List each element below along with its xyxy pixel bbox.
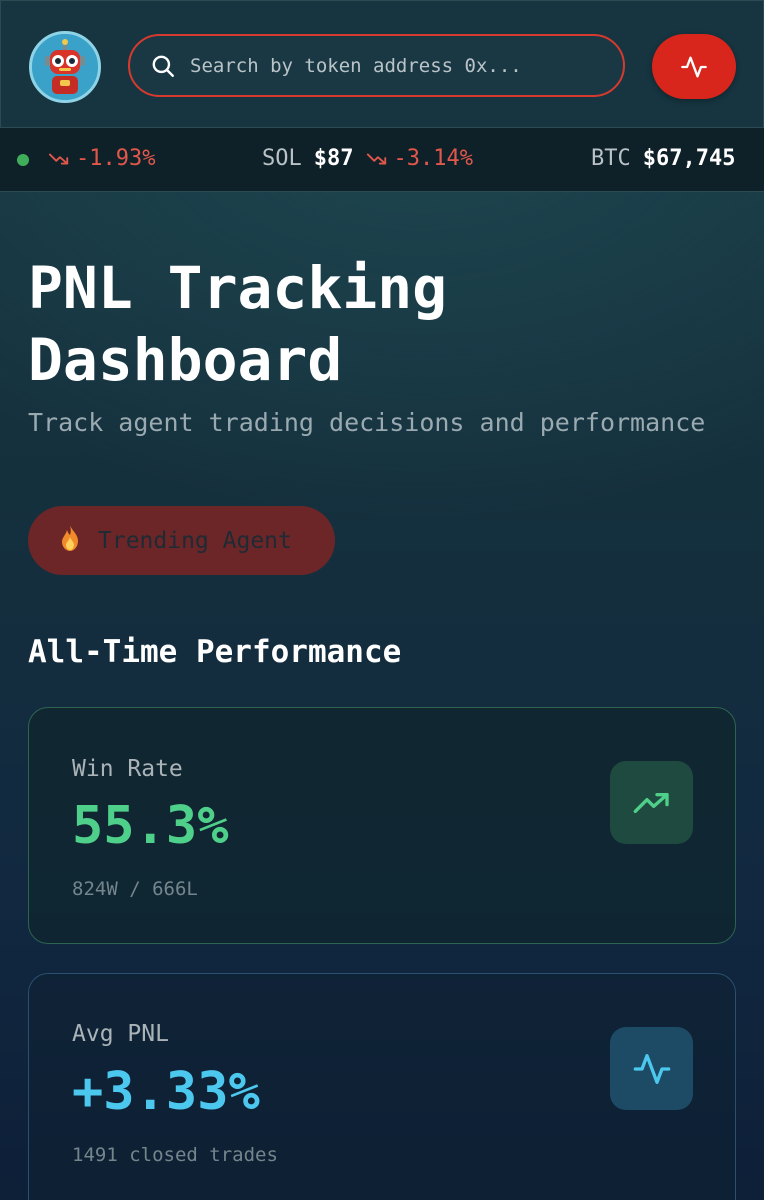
app-header: [0, 0, 764, 128]
ticker-change: -1.93%: [48, 146, 155, 171]
trending-agent-badge[interactable]: Trending Agent: [28, 506, 335, 575]
search-bar[interactable]: [128, 34, 625, 97]
ticker-item-sol: SOL $87 -3.14%: [262, 146, 473, 171]
robot-avatar-icon[interactable]: [29, 31, 101, 103]
activity-button[interactable]: [652, 34, 736, 99]
ticker-symbol: SOL: [262, 146, 302, 171]
trending-down-icon: [366, 153, 386, 164]
win-loss-count: 824W / 666L: [72, 878, 198, 900]
pulse-icon: [681, 56, 707, 78]
avg-pnl-card: Avg PNL +3.33% 1491 closed trades: [28, 973, 736, 1200]
search-input[interactable]: [190, 54, 590, 77]
live-status-dot: [17, 154, 29, 166]
page-title: PNL Tracking Dashboard: [28, 254, 448, 394]
closed-trades-count: 1491 closed trades: [72, 1144, 278, 1166]
trending-agent-label: Trending Agent: [98, 527, 292, 554]
ticker-symbol: BTC: [591, 146, 631, 171]
card-label: Avg PNL: [72, 1021, 169, 1047]
price-ticker: -1.93% SOL $87 -3.14% BTC $67,745: [0, 128, 764, 192]
pulse-icon: [610, 1027, 693, 1110]
search-icon: [152, 55, 174, 77]
win-rate-card: Win Rate 55.3% 824W / 666L: [28, 707, 736, 944]
avg-pnl-value: +3.33%: [72, 1062, 260, 1122]
ticker-price: $67,745: [642, 146, 736, 171]
win-rate-value: 55.3%: [72, 796, 229, 856]
ticker-item: -1.93%: [48, 146, 155, 171]
ticker-price: $87: [313, 146, 354, 171]
trending-up-icon: [610, 761, 693, 844]
ticker-change: -3.14%: [366, 146, 473, 171]
card-label: Win Rate: [72, 756, 183, 782]
flame-icon: [58, 524, 82, 558]
trending-down-icon: [48, 153, 69, 164]
ticker-item-btc: BTC $67,745: [591, 146, 747, 171]
page-subtitle: Track agent trading decisions and perfor…: [28, 408, 706, 437]
section-title: All-Time Performance: [28, 634, 402, 670]
